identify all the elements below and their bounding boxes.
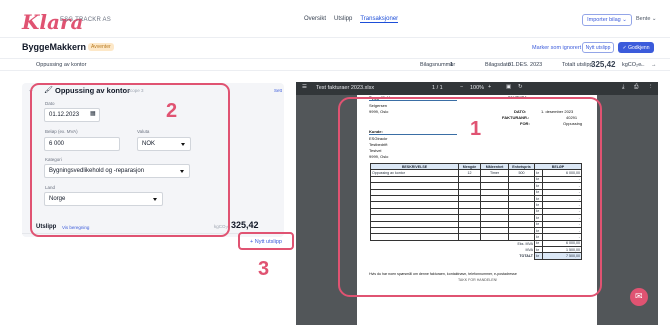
viewer-toolbar: ☰ Test fakturaer 2023.xlsx 1 / 1 − 100% … <box>296 82 658 95</box>
prev-arrow-icon[interactable]: ← <box>640 62 646 68</box>
download-icon[interactable]: ⤓ <box>622 84 624 91</box>
callout-number-3: 3 <box>258 258 270 280</box>
callout-box-form <box>30 83 230 237</box>
main-nav: Oversikt Utslipp Transaksjoner <box>304 16 399 23</box>
emission-value: 325,42 <box>231 220 259 230</box>
chat-widget-button[interactable]: ✉ <box>630 288 648 306</box>
total-emission-label: Totalt utslipp <box>562 62 593 68</box>
mark-ignored-link[interactable]: Marker som ignorert <box>532 45 581 51</box>
viewer-filename: Test fakturaer 2023.xlsx <box>316 85 375 91</box>
print-icon[interactable]: ⎙ <box>634 84 638 91</box>
new-emission-button[interactable]: Nytt utslipp <box>582 42 614 53</box>
zoom-out-icon[interactable]: − <box>460 84 463 90</box>
nav-overview[interactable]: Oversikt <box>304 16 326 23</box>
zoom-in-icon[interactable]: + <box>488 84 491 90</box>
user-menu[interactable]: Bente ⌄ <box>636 16 657 22</box>
callout-number-1: 1 <box>470 118 482 140</box>
menu-icon[interactable]: ☰ <box>302 84 307 90</box>
transaction-header: ByggeMakkern Avventer Marker som ignorer… <box>0 38 670 58</box>
page-title: ByggeMakkern <box>22 42 87 52</box>
top-bar: Klara ESG.TRACKR AS Oversikt Utslipp Tra… <box>0 0 670 38</box>
transaction-info-bar: Oppussing av kontor Bilagsnummer 1 Bilag… <box>0 58 670 71</box>
more-options-icon[interactable]: ⋮ <box>648 84 654 90</box>
status-badge: Avventer <box>88 43 114 51</box>
card-action-link[interactable]: Sett <box>274 88 282 93</box>
fit-page-icon[interactable]: ▣ <box>506 84 511 90</box>
nav-emissions[interactable]: Utslipp <box>334 16 352 23</box>
total-emission-unit: kgCO₂e <box>622 62 642 68</box>
voucher-date-value: 01.DES. 2023 <box>508 62 543 68</box>
viewer-zoom[interactable]: 100% <box>470 85 484 91</box>
rotate-icon[interactable]: ↻ <box>518 84 523 90</box>
viewer-page[interactable]: 1 / 1 <box>432 85 443 91</box>
import-voucher-button[interactable]: Importer bilag ⌄ <box>582 14 632 26</box>
transaction-item: Oppussing av kontor <box>36 62 87 68</box>
next-arrow-icon[interactable]: → <box>651 62 657 68</box>
total-emission-value: 325,42 <box>591 60 616 69</box>
voucher-date-label: Bilagsdato <box>485 62 511 68</box>
company-name: ESG.TRACKR AS <box>60 17 111 23</box>
callout-box-new-line <box>238 232 294 250</box>
approve-button[interactable]: ✓ Godkjenn <box>618 42 654 53</box>
voucher-value: 1 <box>450 62 454 68</box>
callout-number-2: 2 <box>166 100 178 122</box>
chat-bubble-icon: ✉ <box>635 291 643 301</box>
nav-transactions[interactable]: Transaksjoner <box>360 16 399 23</box>
